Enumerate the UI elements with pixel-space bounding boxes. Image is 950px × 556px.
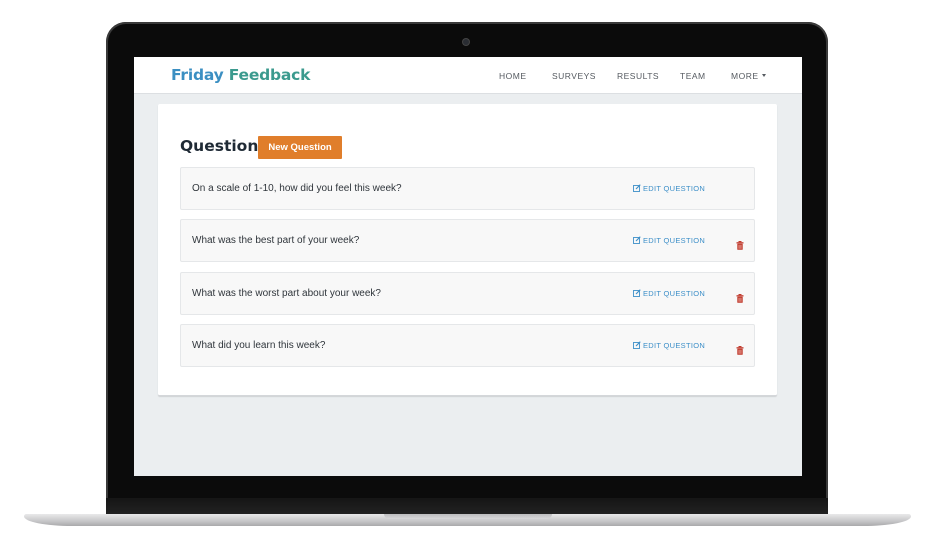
webcam-icon — [463, 39, 469, 45]
nav-item-team[interactable]: TEAM — [680, 71, 706, 81]
brand-text-friday: Friday — [171, 66, 224, 84]
screen: Friday Feedback HOME SURVEYS RESULTS TEA… — [134, 57, 802, 476]
question-text: On a scale of 1-10, how did you feel thi… — [192, 183, 402, 194]
laptop-base-notch — [384, 514, 552, 519]
trash-icon[interactable] — [736, 237, 744, 251]
bezel-bottom — [106, 498, 828, 514]
trash-icon[interactable] — [736, 342, 744, 355]
edit-icon — [633, 341, 641, 349]
new-question-button[interactable]: New Question — [258, 136, 342, 159]
edit-question-link[interactable]: EDIT QUESTION — [633, 341, 705, 351]
nav-item-results[interactable]: RESULTS — [617, 71, 659, 81]
brand-text-feedback: Feedback — [228, 66, 311, 84]
edit-question-label: EDIT QUESTION — [643, 340, 706, 350]
caret-down-icon — [761, 74, 766, 77]
nav-item-surveys[interactable]: SURVEYS — [552, 71, 596, 81]
question-row: What was the best part of your week? EDIT… — [180, 219, 755, 263]
questions-panel: Questions New Question On a scale of 1-1… — [158, 104, 777, 396]
page-title: Questions — [180, 137, 268, 155]
question-text: What was the worst part about your week? — [192, 287, 381, 299]
edit-question-label: EDIT QUESTION — [643, 236, 706, 246]
edit-question-link[interactable]: EDIT QUESTION — [633, 236, 705, 246]
laptop-frame: Friday Feedback HOME SURVEYS RESULTS TEA… — [0, 0, 950, 556]
question-row: What was the worst part about your week?… — [180, 271, 755, 315]
question-text: What was the best part of your week? — [192, 235, 360, 247]
edit-question-label: EDIT QUESTION — [643, 184, 706, 193]
trash-icon[interactable] — [736, 290, 744, 303]
edit-icon — [633, 288, 641, 297]
brand-logo[interactable]: Friday Feedback — [171, 66, 310, 84]
question-row: On a scale of 1-10, how did you feel thi… — [180, 167, 755, 210]
edit-icon — [633, 184, 641, 192]
nav-item-more[interactable]: MORE — [731, 71, 766, 81]
edit-question-link[interactable]: EDIT QUESTION — [633, 184, 705, 194]
edit-question-label: EDIT QUESTION — [643, 288, 706, 298]
nav-item-more-label: MORE — [731, 71, 759, 81]
edit-question-link[interactable]: EDIT QUESTION — [633, 289, 705, 299]
navbar: Friday Feedback HOME SURVEYS RESULTS TEA… — [134, 57, 802, 94]
edit-icon — [633, 236, 641, 245]
question-text: What did you learn this week? — [192, 339, 326, 351]
nav-item-home[interactable]: HOME — [499, 71, 527, 81]
question-row: What did you learn this week? EDIT QUESTI… — [180, 323, 755, 367]
